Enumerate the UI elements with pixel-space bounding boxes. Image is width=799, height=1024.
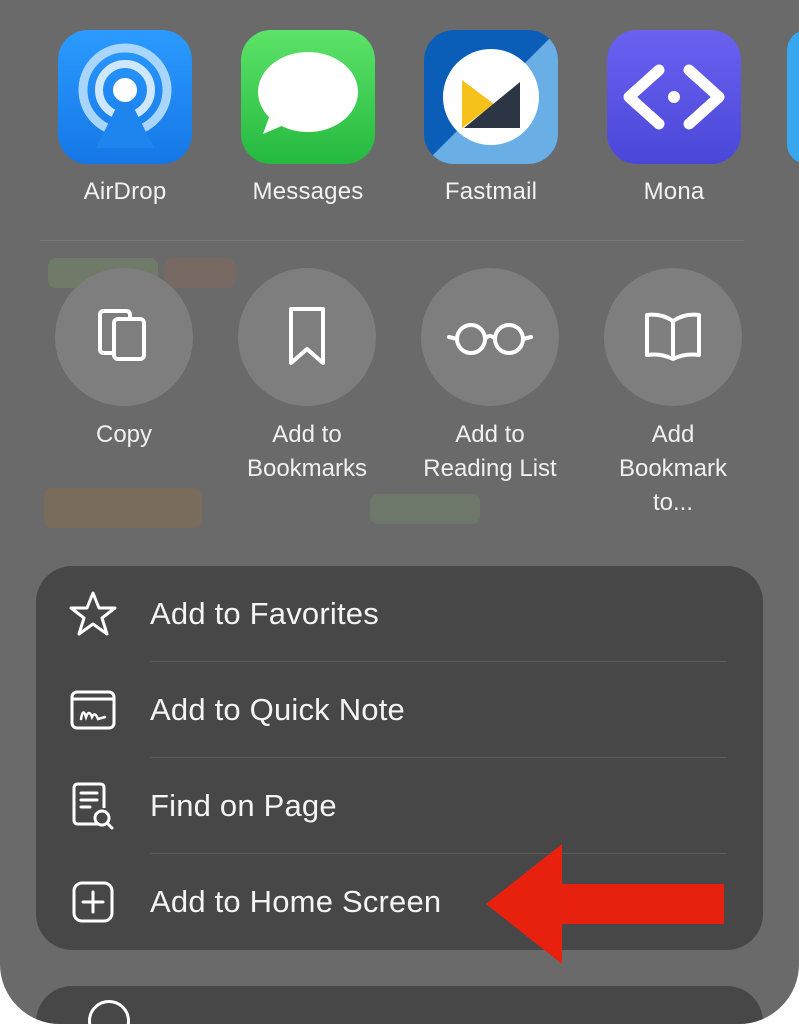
action-add-to-reading-list[interactable]: Add to Reading List [400, 268, 580, 486]
red-arrow [486, 844, 724, 964]
menu-item-label: Add to Favorites [150, 596, 379, 631]
app-label: Fastmail [444, 178, 538, 205]
quick-note-icon [36, 689, 150, 731]
share-app-fastmail[interactable]: Fastmail [421, 30, 561, 206]
share-app-mona[interactable]: Mona [604, 30, 744, 206]
share-menu-list-secondary [36, 986, 763, 1024]
book-icon [604, 268, 742, 406]
action-label: Copy [95, 421, 153, 448]
action-add-bookmark-to[interactable]: Add Bookmark to... [583, 268, 763, 520]
airdrop-icon [58, 30, 192, 164]
menu-item-add-to-favorites[interactable]: Add to Favorites [36, 566, 763, 662]
glasses-icon [421, 268, 559, 406]
menu-item-find-on-page[interactable]: Find on Page [36, 758, 763, 854]
share-app-next[interactable] [787, 30, 799, 164]
action-add-to-bookmarks[interactable]: Add to Bookmarks [217, 268, 397, 486]
menu-item-label: Find on Page [150, 788, 337, 823]
share-app-messages[interactable]: Messages [238, 30, 378, 206]
bookmark-icon [238, 268, 376, 406]
find-on-page-icon [36, 780, 150, 832]
section-divider [40, 240, 744, 241]
menu-item-label: Add to Home Screen [150, 884, 442, 919]
star-icon [36, 590, 150, 638]
share-app-airdrop[interactable]: AirDrop [55, 30, 195, 206]
action-copy[interactable]: Copy [34, 268, 214, 452]
menu-item-label: Add to Quick Note [150, 692, 405, 727]
markup-icon[interactable] [88, 1000, 130, 1024]
app-label: AirDrop [83, 178, 167, 205]
messages-icon [241, 30, 375, 164]
action-label: Add Bookmark to... [618, 421, 728, 516]
add-square-icon [36, 880, 150, 924]
share-actions-row: Copy Add to Bookmarks Add to Reading Lis… [0, 268, 799, 528]
menu-item-add-to-quick-note[interactable]: Add to Quick Note [36, 662, 763, 758]
copy-icon [55, 268, 193, 406]
app-label: Mona [643, 178, 705, 205]
mona-icon [607, 30, 741, 164]
app-label: Messages [252, 178, 364, 205]
action-label: Add to Reading List [423, 421, 557, 482]
share-apps-row: AirDrop Messages Fastmail Mona [0, 30, 799, 210]
fastmail-icon [424, 30, 558, 164]
action-label: Add to Bookmarks [246, 421, 368, 482]
